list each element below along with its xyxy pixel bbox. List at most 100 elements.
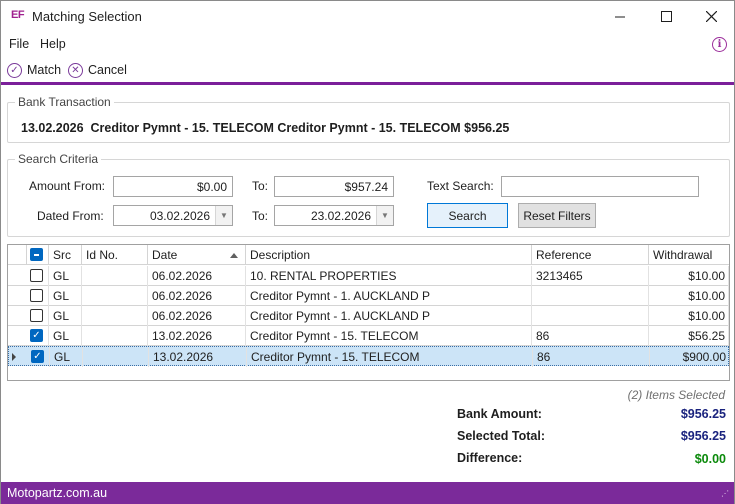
items-selected-count: (2) Items Selected [627, 388, 725, 402]
cell-description: Creditor Pymnt - 1. AUCKLAND P [246, 286, 532, 306]
menu-bar: File Help i [1, 34, 734, 54]
bank-amount-label: Bank Amount: [457, 407, 542, 421]
cell-withdrawal: $10.00 [649, 286, 729, 306]
text-search-field[interactable] [501, 176, 699, 197]
row-checkbox[interactable] [30, 289, 43, 302]
bank-amount-value: $956.25 [680, 407, 726, 421]
cancel-button[interactable]: ✕ Cancel [68, 61, 127, 79]
amount-to-field[interactable]: $957.24 [274, 176, 394, 197]
cell-withdrawal: $900.00 [650, 347, 729, 367]
header-reference[interactable]: Reference [532, 245, 649, 265]
check-circle-icon: ✓ [7, 62, 22, 78]
cell-description: 10. RENTAL PROPERTIES [246, 266, 532, 286]
cancel-label: Cancel [88, 63, 127, 77]
dated-from-field[interactable]: 03.02.2026 ▼ [113, 205, 233, 226]
match-button[interactable]: ✓ Match [7, 61, 61, 79]
toolbar: ✓ Match ✕ Cancel [1, 59, 734, 81]
header-description[interactable]: Description [246, 245, 532, 265]
window-title: Matching Selection [32, 9, 142, 24]
header-select-all[interactable] [27, 245, 49, 265]
cell-description: Creditor Pymnt - 1. AUCKLAND P [246, 306, 532, 326]
reset-filters-button[interactable]: Reset Filters [518, 203, 596, 228]
amount-from-field[interactable]: $0.00 [113, 176, 233, 197]
bank-transaction-label: Bank Transaction [15, 95, 114, 109]
difference-value: $0.00 [694, 452, 726, 466]
row-checkbox[interactable] [30, 269, 43, 282]
minimize-icon [615, 16, 625, 18]
cell-reference: 86 [533, 347, 650, 367]
close-icon [706, 11, 717, 22]
search-criteria-group: Search Criteria Amount From: $0.00 To: $… [7, 152, 730, 237]
minimize-button[interactable] [598, 1, 643, 32]
cell-date: 06.02.2026 [148, 286, 246, 306]
table-row[interactable]: GL 06.02.2026 Creditor Pymnt - 1. AUCKLAND… [8, 286, 729, 306]
cell-select [27, 266, 49, 286]
selected-total-value: $956.25 [680, 429, 726, 443]
cell-reference: 3213465 [532, 266, 649, 286]
cell-id-no [82, 326, 148, 346]
status-bar: Motopartz.com.au ⋰ [1, 482, 734, 504]
company-name: Motopartz.com.au [7, 486, 108, 500]
header-date[interactable]: Date [148, 245, 246, 265]
cell-date: 13.02.2026 [149, 347, 247, 367]
bank-transaction-group: Bank Transaction 13.02.2026 Creditor Pym… [7, 95, 730, 143]
dated-to-dropdown-icon[interactable]: ▼ [376, 206, 393, 225]
cell-id-no [82, 306, 148, 326]
header-date-label: Date [152, 248, 178, 262]
dated-from-label: Dated From: [37, 209, 104, 223]
search-button[interactable]: Search [427, 203, 508, 228]
maximize-button[interactable] [644, 1, 689, 32]
cell-reference [532, 286, 649, 306]
current-row-arrow-icon [12, 353, 16, 361]
cell-date: 13.02.2026 [148, 326, 246, 346]
table-row[interactable]: GL 06.02.2026 Creditor Pymnt - 1. AUCKLAND… [8, 306, 729, 326]
cell-src: GL [49, 326, 82, 346]
table-row[interactable]: ✓ GL 13.02.2026 Creditor Pymnt - 15. TELECO… [8, 326, 729, 346]
row-checkbox[interactable]: ✓ [31, 350, 44, 363]
cell-id-no [83, 347, 149, 367]
cell-withdrawal: $10.00 [649, 266, 729, 286]
search-criteria-label: Search Criteria [15, 152, 102, 166]
grid-header: Src Id No. Date Description Reference Wi… [8, 245, 729, 265]
dated-from-dropdown-icon[interactable]: ▼ [215, 206, 232, 225]
cell-select [27, 286, 49, 306]
amount-to-label: To: [252, 179, 269, 193]
cell-withdrawal: $56.25 [649, 326, 729, 346]
cell-description: Creditor Pymnt - 15. TELECOM [246, 326, 532, 346]
sort-ascending-icon [230, 253, 238, 258]
row-checkbox[interactable]: ✓ [30, 329, 43, 342]
table-row[interactable]: GL 06.02.2026 10. RENTAL PROPERTIES 3213465… [8, 266, 729, 286]
menu-help[interactable]: Help [40, 37, 66, 51]
resize-grip-icon[interactable]: ⋰ [721, 490, 731, 501]
info-icon[interactable]: i [712, 37, 727, 52]
cell-id-no [82, 266, 148, 286]
dated-from-value: 03.02.2026 [149, 209, 210, 223]
difference-label: Difference: [457, 451, 523, 465]
header-id-no[interactable]: Id No. [82, 245, 148, 265]
header-withdrawal[interactable]: Withdrawal [649, 245, 729, 265]
cell-withdrawal: $10.00 [649, 306, 729, 326]
transactions-grid: Src Id No. Date Description Reference Wi… [7, 244, 730, 381]
dated-to-field[interactable]: 23.02.2026 ▼ [274, 205, 394, 226]
accent-divider [1, 82, 734, 85]
amount-from-label: Amount From: [29, 179, 106, 193]
select-all-checkbox[interactable] [30, 248, 43, 261]
cell-src: GL [50, 347, 83, 367]
cell-id-no [82, 286, 148, 306]
title-bar: EF Matching Selection [1, 1, 734, 32]
cell-select [27, 306, 49, 326]
menu-file[interactable]: File [9, 37, 29, 51]
dated-to-label: To: [252, 209, 269, 223]
row-checkbox[interactable] [30, 309, 43, 322]
close-button[interactable] [689, 1, 734, 32]
cell-reference [532, 306, 649, 326]
cell-src: GL [49, 286, 82, 306]
matching-selection-window: EF Matching Selection File Help i ✓ Matc… [0, 0, 735, 504]
cell-description: Creditor Pymnt - 15. TELECOM [247, 347, 533, 367]
maximize-icon [661, 11, 672, 22]
cell-reference: 86 [532, 326, 649, 346]
cell-src: GL [49, 266, 82, 286]
header-src[interactable]: Src [49, 245, 82, 265]
bank-transaction-description: 13.02.2026 Creditor Pymnt - 15. TELECOM … [21, 121, 510, 135]
table-row[interactable]: ✓ GL 13.02.2026 Creditor Pymnt - 15. TELECO… [8, 346, 729, 367]
